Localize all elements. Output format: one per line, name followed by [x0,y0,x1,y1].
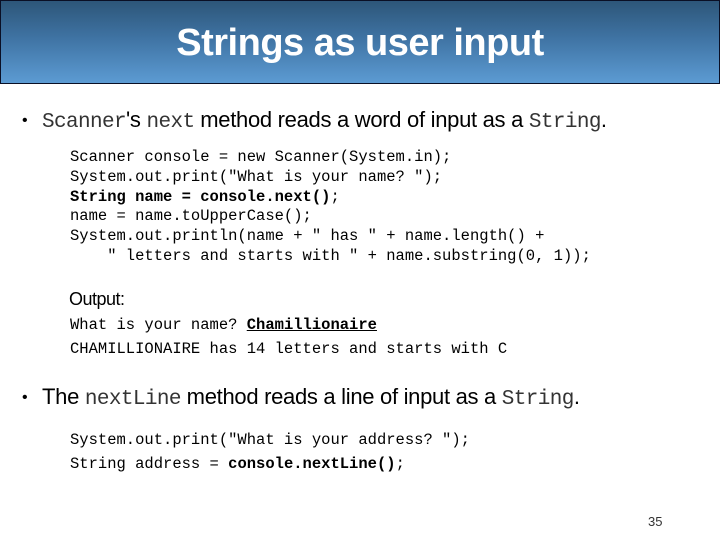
code-token: System.out.println(name + " has " + name… [70,227,545,246]
code-line: Scanner console = new Scanner(System.in)… [70,148,591,168]
code-token: CHAMILLIONAIRE has 14 letters and starts… [70,340,508,358]
code-line: name = name.toUpperCase(); [70,207,591,227]
code-token: System.out.print("What is your name? "); [70,167,443,186]
bullet-scanner-next: • Scanner's next method reads a word of i… [22,107,607,134]
inline-code: nextLine [84,388,182,411]
code-token: String address = [70,455,229,473]
slide-title: Strings as user input [176,22,544,64]
code-token: ; [330,187,340,206]
bullet-text: . [573,384,580,409]
output-block: What is your name? Chamillionaire CHAMILL… [70,313,507,361]
code-line: System.out.print("What is your name? "); [70,168,591,188]
code-token: ; [395,455,405,473]
code-line: String name = console.next(); [70,188,591,208]
code-block-nextline: System.out.print("What is your address? … [70,428,470,476]
output-label: Output: [69,289,125,309]
bullet-icon: • [22,112,28,129]
inline-code: next [146,111,195,134]
code-line: " letters and starts with " + name.subst… [70,247,591,267]
output-line: What is your name? Chamillionaire [70,313,507,337]
code-token: console.nextLine() [228,455,396,473]
inline-code: String [528,111,602,134]
code-token: What is your name? [70,316,247,334]
bullet-text: method reads a line of input as a [180,384,502,409]
page-number: 35 [648,514,663,529]
code-block-next: Scanner console = new Scanner(System.in)… [70,148,591,267]
bullet-text: The [42,384,85,409]
bullet-icon: • [22,389,28,406]
user-input-text: Chamillionaire [246,316,377,334]
bullet-nextline: • The nextLine method reads a line of inp… [22,384,580,411]
bullet-text: . [600,107,607,132]
bullet-text: method reads a word of input as a [194,107,529,132]
output-line: CHAMILLIONAIRE has 14 letters and starts… [70,337,507,361]
code-token: System.out.print("What is your address? … [70,431,470,449]
inline-code: String [501,388,575,411]
inline-code: Scanner [42,111,127,134]
code-line: String address = console.nextLine(); [70,452,470,476]
code-token: Scanner console = new Scanner(System.in)… [70,148,452,166]
code-token: " letters and starts with " + name.subst… [70,246,591,265]
code-line: System.out.print("What is your address? … [70,428,470,452]
title-bar: Strings as user input [0,0,720,84]
bullet-text: 's [126,107,147,132]
code-line: System.out.println(name + " has " + name… [70,227,591,247]
code-token: name = name.toUpperCase(); [70,207,312,226]
code-token: String name = console.next() [70,187,331,206]
